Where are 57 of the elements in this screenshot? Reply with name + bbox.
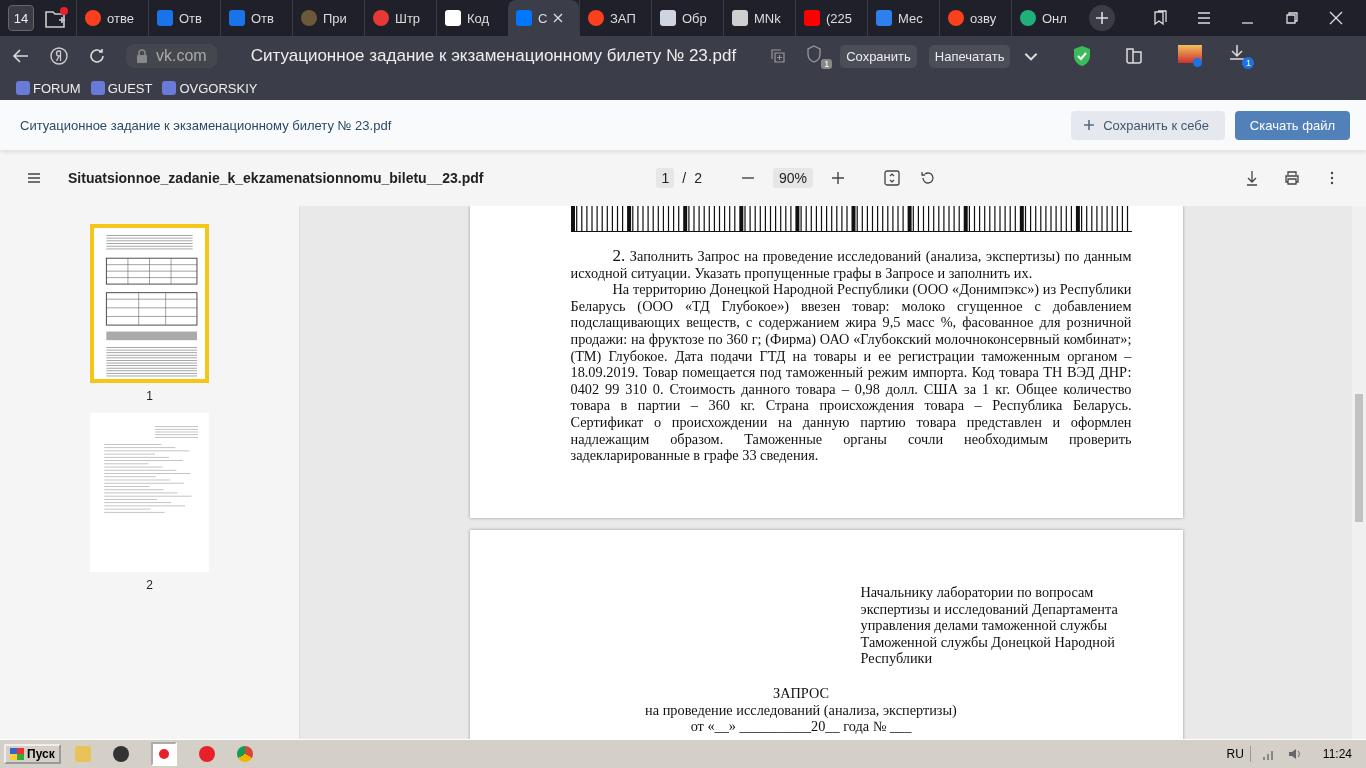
page-number-field[interactable]: 1 [656, 168, 675, 188]
tab-counter[interactable]: 14 [8, 5, 34, 31]
reload-icon[interactable] [88, 47, 106, 65]
bookmark-link[interactable]: GUEST [90, 80, 153, 96]
plus-icon [1083, 119, 1096, 131]
date-line: от «__» __________20__ года № ___ [689, 718, 913, 735]
save-button[interactable]: Сохранить к себе [1071, 110, 1225, 140]
bookmark-link[interactable]: OVGORSKIY [162, 80, 258, 96]
new-tab-icon[interactable] [1089, 5, 1115, 31]
page-separator: / [682, 170, 687, 186]
page-total: 2 [694, 170, 702, 186]
file-name: Situatsionnoe_zadanie_k_ekzamenatsionnomu_biletu__23.pdf [68, 170, 484, 186]
collections-icon[interactable] [1124, 45, 1145, 67]
scrollbar[interactable] [1352, 206, 1366, 739]
download-button[interactable]: Скачать файл [1234, 110, 1350, 140]
bookmarks-icon[interactable] [1152, 10, 1168, 26]
page-number: 2 [146, 578, 153, 592]
browser-icon[interactable] [150, 742, 177, 766]
menu-icon[interactable] [1196, 10, 1212, 26]
situation-paragraph: На территорию Донецкой Народной Республики (ООО «Донимпэкс») из Республики Беларусь (ООО «ТД Глубокое») ввезен товар: молоко сгущенное с добавлением подслащивающих веществ, с содержанием жира 9,5 масс %, фасованное для розничной продажи: на фруктозе по 360 г; (Фирма) ОАО «Глубокский молочноконсервный комбинат»; (ТМ) Глубокое. Дата подачи ГТД на товары и ее регистрации таможенным органом – 18.09.2019. Товар помещается под таможенный режим импорта. Код товара ТН ВЭД ДНР: 0402 99 310 0. Стоимость данного товара – 0,98 долл. США за 1 кг. Общее количество товара в партии – 360 кг. Страна происхождения товара – Республика Беларусь. Сертификат о происхождении на данную партию товара представлен и оформлен надлежащим образом. Таможенные органы сочли необходимым проверить задекларированные в графе 33 сведения. [570, 281, 1132, 464]
browser-tab[interactable]: С [508, 0, 579, 36]
document-title: Ситуационное задание к экзаменационному билету № 23.pdf [20, 117, 392, 133]
download-icon[interactable] [1244, 170, 1260, 186]
toolbar-button[interactable]: Сохранить [840, 44, 917, 68]
back-icon[interactable] [12, 47, 30, 65]
page-thumbnail[interactable] [90, 224, 209, 383]
request-subtitle: на проведение исследований (анализа, экспертизы) [644, 701, 958, 719]
yandex-logo-icon[interactable] [50, 47, 68, 65]
toolbar-button[interactable]: Напечатать [928, 44, 1011, 68]
start-button[interactable]: Пуск [4, 744, 61, 764]
rotate-icon[interactable] [919, 170, 936, 186]
request-title: ЗАПРОС [772, 684, 830, 702]
lock-icon [136, 49, 148, 63]
page-number: 1 [146, 389, 153, 403]
task-paragraph: 2. Заполнить Запрос на проведение исследований (анализа, экспертизы) по данным исходной ситуации. Указать пропущенные графы в Запросе и заполнить их. [570, 248, 1132, 282]
close-icon[interactable] [1328, 10, 1344, 26]
language-indicator[interactable]: RU [1226, 747, 1244, 761]
print-icon[interactable] [1284, 170, 1300, 186]
clock: 11:24 [1322, 747, 1352, 761]
profile-avatar[interactable] [1178, 45, 1203, 67]
app-icon[interactable] [112, 746, 129, 762]
fit-page-icon[interactable] [883, 170, 900, 186]
page-title: Ситуационное задание к экзаменационному билету № 23.pdf [250, 46, 737, 66]
bookmark-link[interactable]: FORUM [16, 80, 81, 96]
address-field[interactable]: vk.com [126, 44, 217, 68]
copy-icon[interactable] [770, 48, 787, 64]
zoom-field[interactable]: 90% [772, 168, 813, 188]
page-thumbnail[interactable] [90, 413, 209, 572]
restore-icon[interactable] [1284, 10, 1300, 26]
scrollbar-thumb[interactable] [1355, 394, 1363, 522]
menu-icon[interactable] [26, 170, 42, 186]
volume-icon[interactable] [1286, 746, 1303, 762]
new-folder-icon[interactable] [44, 7, 68, 29]
close-icon[interactable] [553, 13, 564, 23]
addressee-text: Начальнику лаборатории по вопросам экспертизы и исследований Департамента управления делами таможенной службы Таможенной службы Донецкой Народной Республики [860, 584, 1119, 667]
zoom-in-icon[interactable] [829, 170, 846, 186]
shield-check-icon[interactable] [1072, 45, 1093, 67]
